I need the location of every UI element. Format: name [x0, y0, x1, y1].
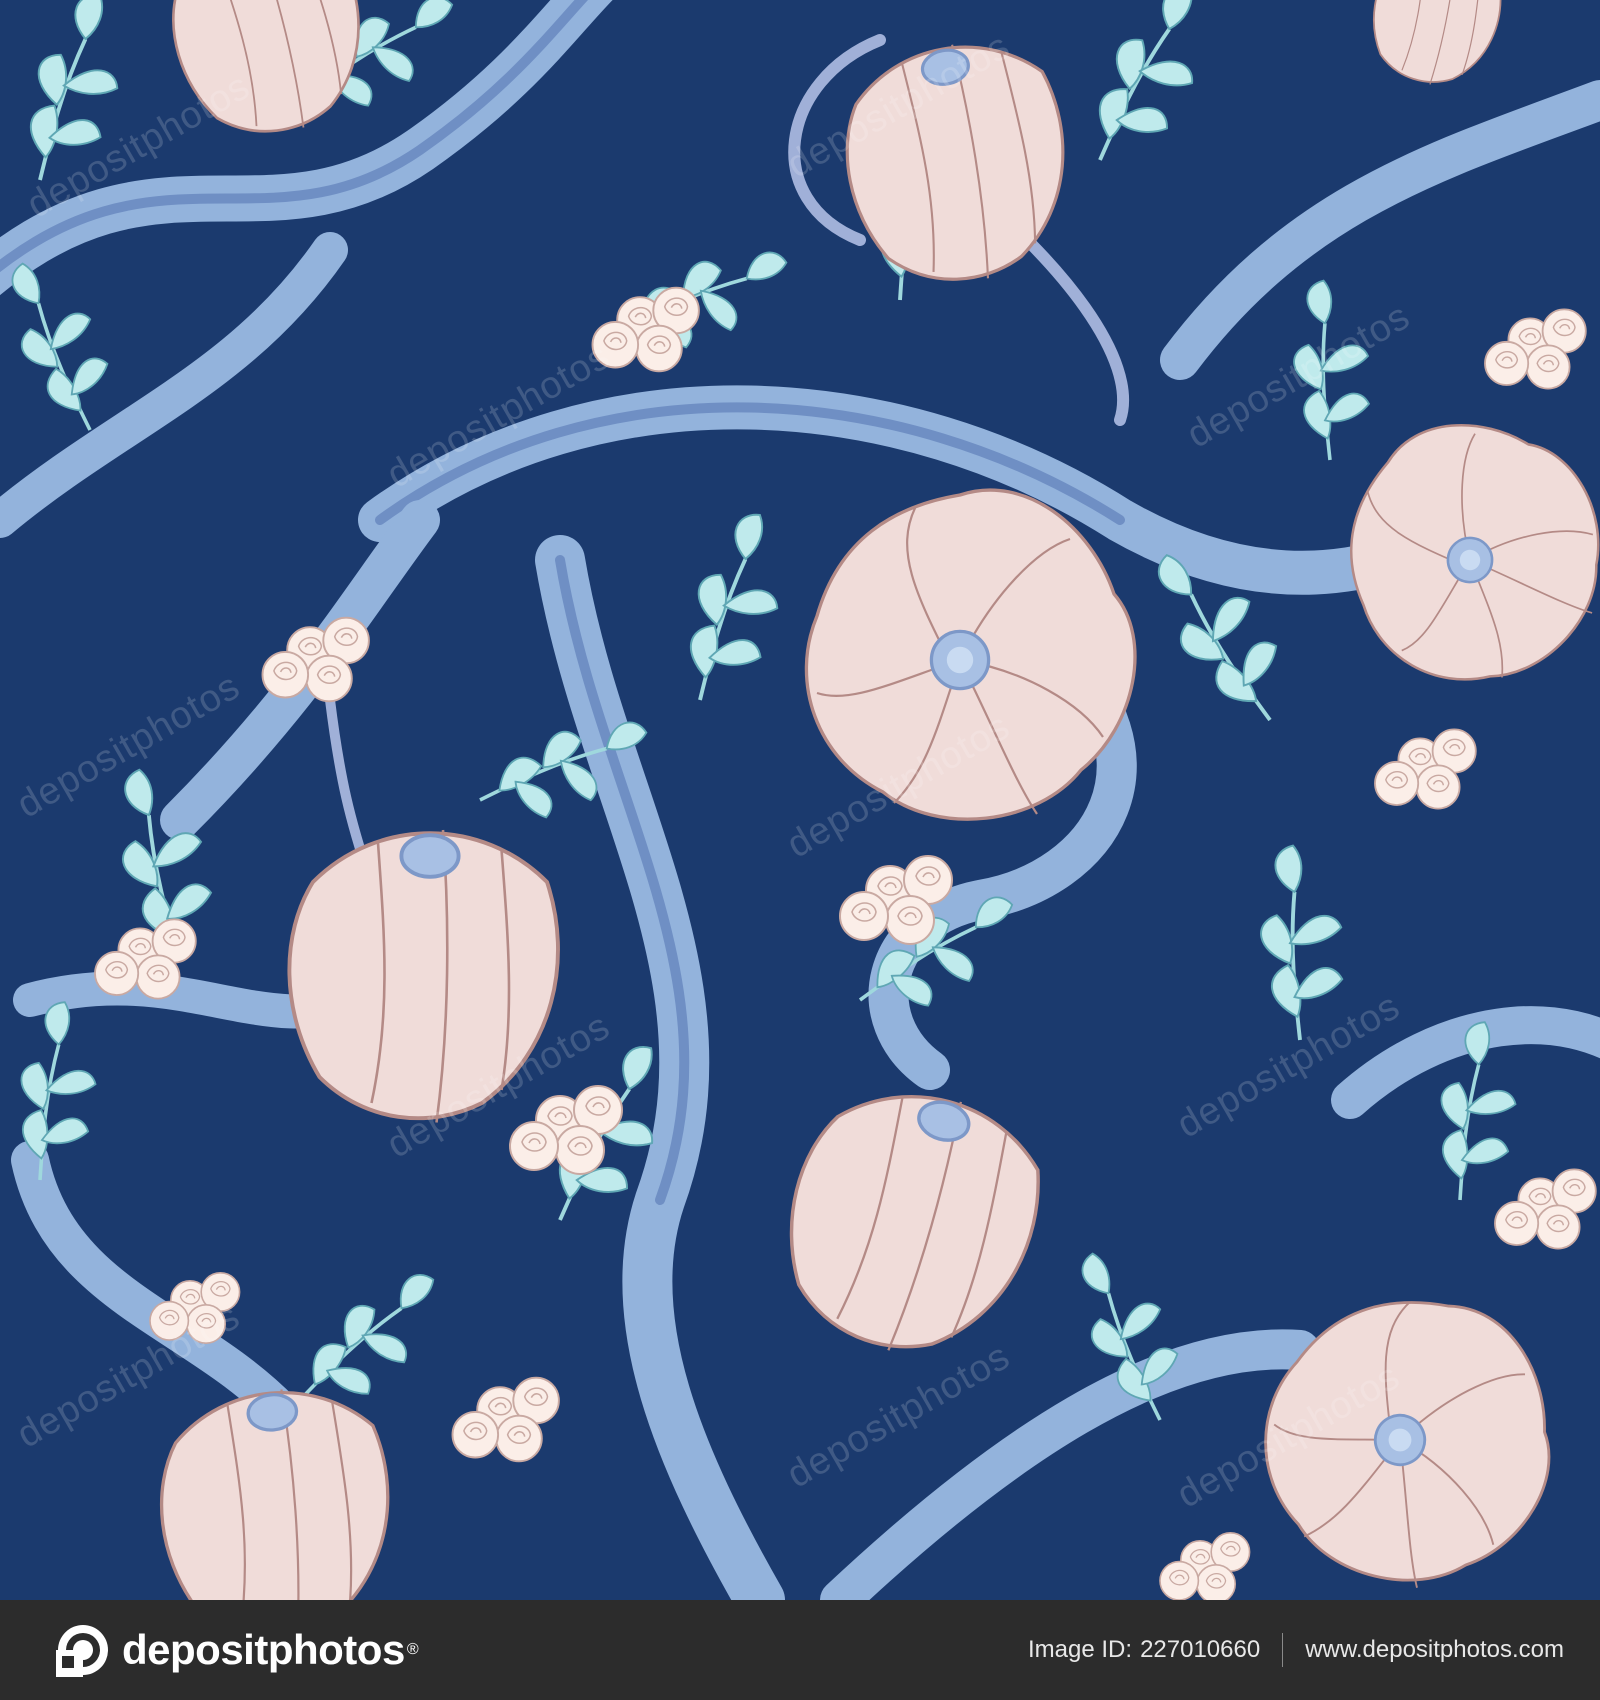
- brand-logo[interactable]: depositphotos ®: [56, 1623, 419, 1677]
- image-id-label: Image ID:: [1028, 1636, 1133, 1663]
- registered-mark-icon: ®: [406, 1641, 419, 1658]
- footer-bar: depositphotos ® Image ID: 227010660 www.d…: [0, 1600, 1600, 1700]
- floral-pattern-illustration: [0, 0, 1600, 1600]
- footer-info: Image ID: 227010660 www.depositphotos.co…: [1028, 1633, 1564, 1667]
- website-link[interactable]: www.depositphotos.com: [1305, 1636, 1564, 1664]
- footer-divider: [1282, 1633, 1284, 1667]
- stage: depositphotos depositphotos depositphoto…: [0, 0, 1600, 1700]
- brand-name: depositphotos: [122, 1626, 405, 1673]
- image-id-value: 227010660: [1140, 1636, 1261, 1663]
- depositphotos-logo-icon: [56, 1625, 108, 1677]
